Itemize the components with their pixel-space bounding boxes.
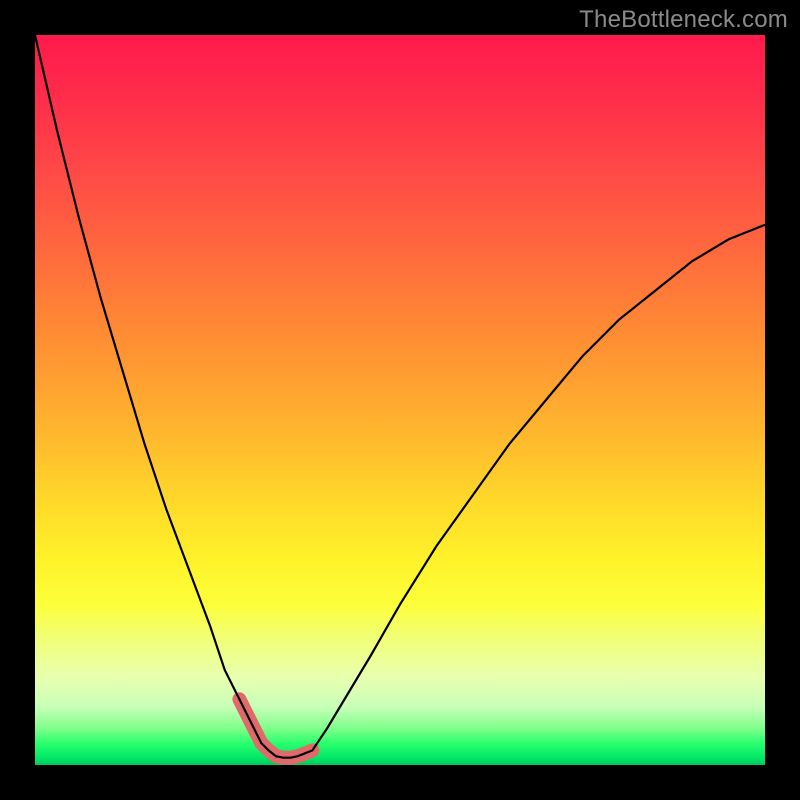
watermark-text: TheBottleneck.com bbox=[579, 6, 788, 34]
plot-area bbox=[35, 35, 765, 765]
highlight-segment bbox=[239, 699, 312, 757]
curve-svg bbox=[35, 35, 765, 765]
chart-frame: TheBottleneck.com bbox=[0, 0, 800, 800]
bottleneck-curve bbox=[35, 35, 765, 758]
